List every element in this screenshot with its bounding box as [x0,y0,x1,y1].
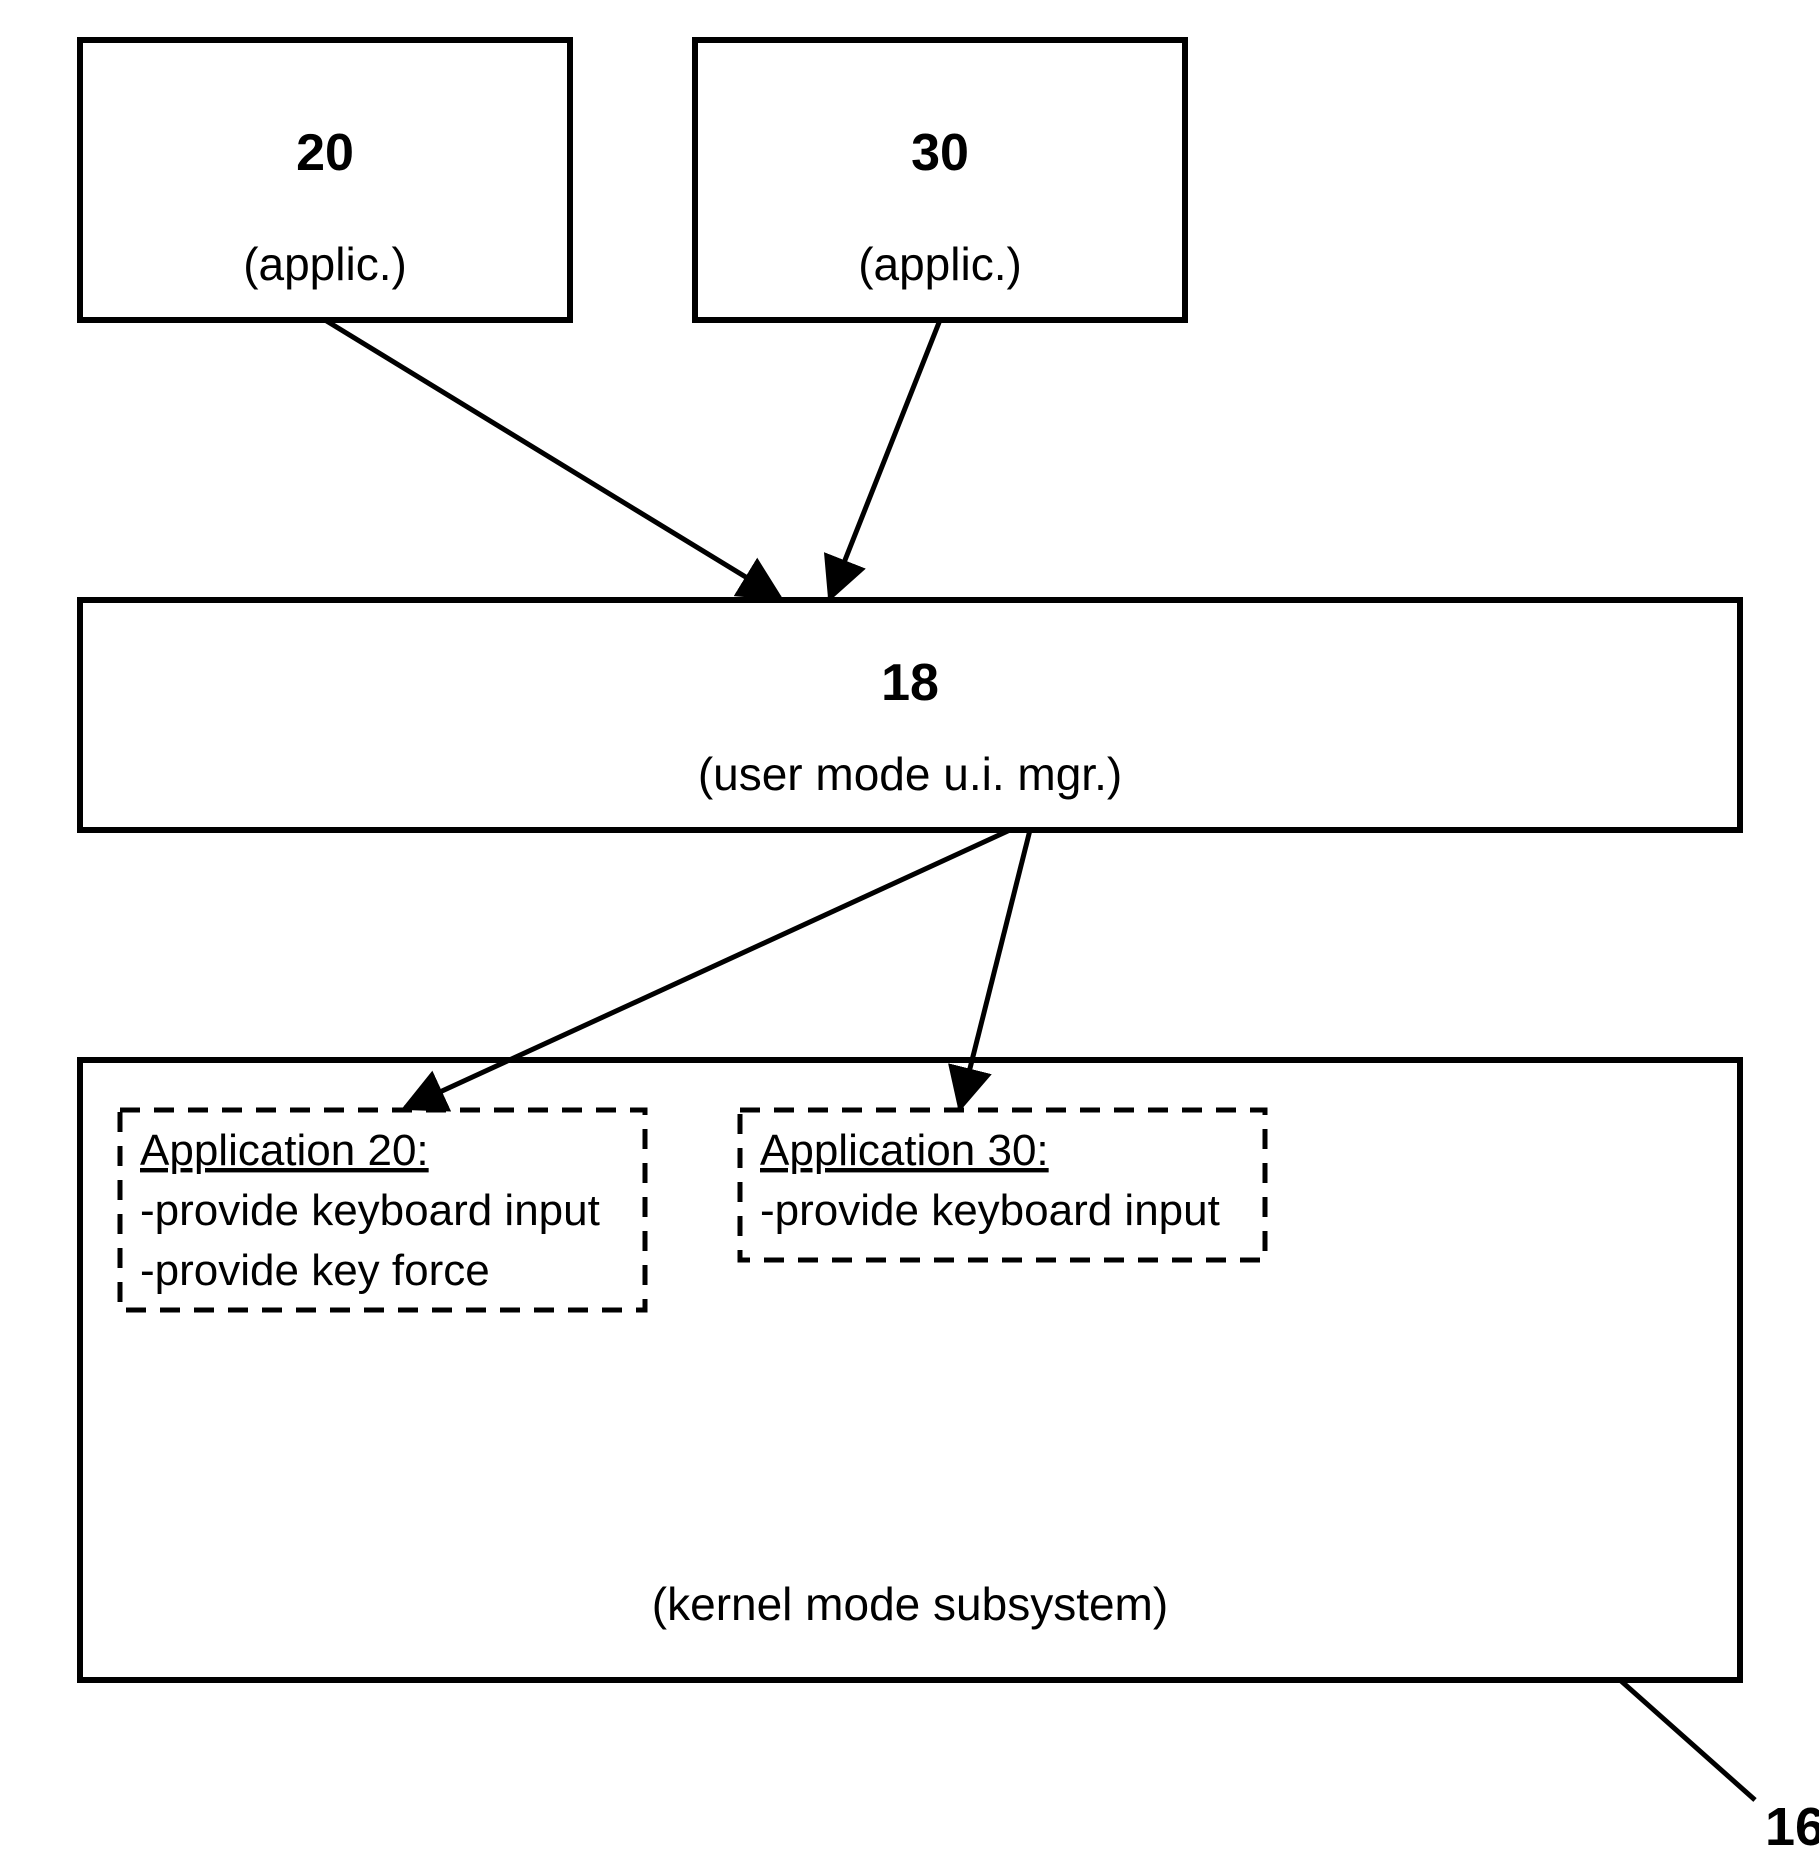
box-uimgr: 18 (user mode u.i. mgr.) [80,600,1740,830]
arrow-uimgr-to-d30 [960,830,1030,1108]
arrow-app20-to-uimgr [325,320,780,598]
box-app30: 30 (applic.) [695,40,1185,320]
kernel-sub: (kernel mode subsystem) [652,1578,1168,1630]
dashed-app20: Application 20: -provide keyboard input … [120,1110,645,1310]
leader-16 [1620,1680,1755,1800]
app30-sub: (applic.) [858,238,1022,290]
app30-number: 30 [911,124,969,182]
uimgr-number: 18 [881,654,939,712]
d20-l1: -provide keyboard input [140,1186,600,1235]
outer-label-16: 16 [1765,1797,1819,1857]
arrow-app30-to-uimgr [830,320,940,598]
d30-title: Application 30: [760,1126,1049,1175]
dashed-app30: Application 30: -provide keyboard input [740,1110,1265,1260]
d20-l2: -provide key force [140,1246,490,1295]
box-app20: 20 (applic.) [80,40,570,320]
app20-number: 20 [296,124,354,182]
uimgr-sub: (user mode u.i. mgr.) [698,748,1122,800]
d20-title: Application 20: [140,1126,429,1175]
app20-sub: (applic.) [243,238,407,290]
arrow-uimgr-to-d20 [405,830,1010,1108]
d30-l1: -provide keyboard input [760,1186,1220,1235]
